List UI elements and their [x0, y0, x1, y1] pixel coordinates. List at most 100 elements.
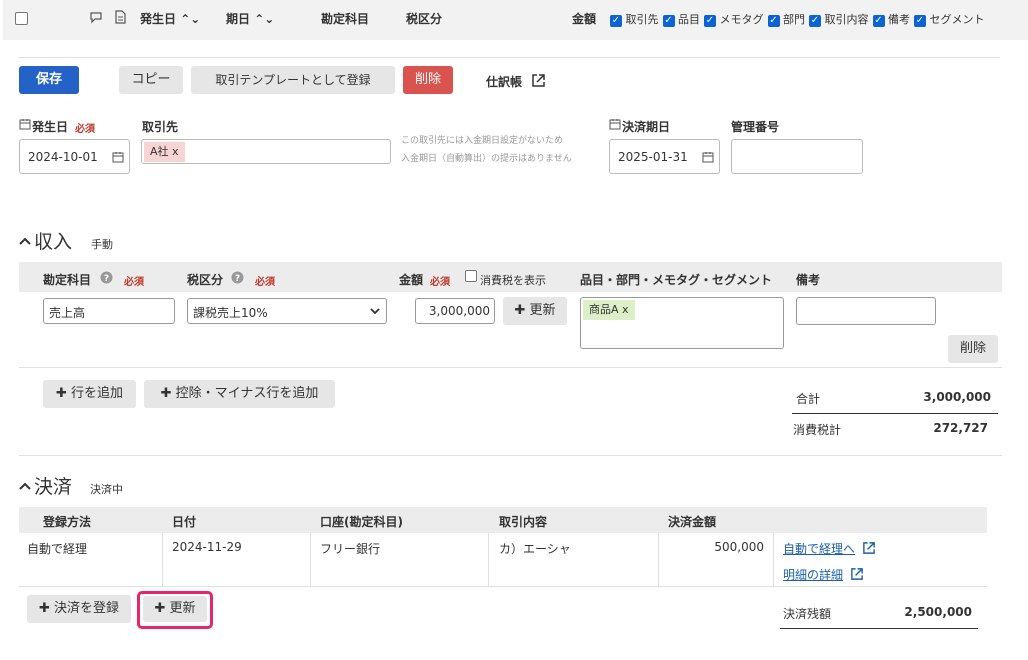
delete-button[interactable]: 削除: [403, 66, 453, 94]
external-link-icon[interactable]: [531, 73, 546, 88]
issue-date-label: 発生日: [32, 120, 69, 134]
due-date-label: 決済期日: [622, 120, 671, 134]
save-button[interactable]: 保存: [19, 66, 79, 94]
col-content: 取引内容: [499, 515, 548, 529]
header-amount: 金額: [572, 12, 597, 26]
header-issue-date[interactable]: 発生日 ⌃⌄: [140, 10, 200, 27]
col-note: 備考: [796, 273, 821, 287]
balance-rule: [780, 628, 978, 629]
header-tax: 税区分: [406, 12, 443, 26]
partner-field[interactable]: A社 x: [141, 139, 391, 164]
collapse-chevron-icon[interactable]: [19, 236, 31, 246]
calendar-icon: [609, 118, 621, 130]
select-all-checkbox[interactable]: [15, 12, 28, 25]
collapse-chevron-icon[interactable]: [19, 481, 31, 491]
row-method: 自動で経理: [27, 542, 88, 556]
divider: [162, 533, 163, 586]
issue-date-value: 2024-10-01: [28, 150, 98, 164]
issue-date-field[interactable]: 2024-10-01: [19, 139, 130, 174]
required-badge: 必須: [430, 277, 450, 288]
external-link-icon[interactable]: [850, 567, 864, 581]
col-method: 登録方法: [43, 515, 92, 529]
divider: [488, 533, 489, 586]
income-title: 収入: [34, 231, 73, 253]
item-tag[interactable]: 商品A x: [583, 300, 635, 320]
statement-detail-link[interactable]: 明細の詳細: [783, 566, 843, 583]
balance-value: 2,500,000: [904, 605, 972, 619]
journal-link[interactable]: 仕訳帳: [486, 73, 522, 90]
add-minus-row-button[interactable]: ✚ 控除・マイナス行を追加: [144, 380, 335, 408]
mgmt-no-field[interactable]: [731, 139, 863, 174]
plus-icon: ✚: [160, 386, 172, 401]
plus-icon: ✚: [55, 386, 67, 401]
filter-description[interactable]: ✓ 取引内容: [809, 11, 869, 27]
partner-note-2: 入金期日（自動算出）の提示はありません: [401, 154, 572, 164]
settlement-status: 決済中: [90, 483, 123, 496]
checkbox-checked-icon[interactable]: ✓: [704, 15, 716, 27]
row-delete-button[interactable]: 削除: [948, 335, 998, 363]
account-value: 売上高: [49, 306, 86, 320]
col-tax: 税区分: [187, 273, 224, 287]
show-tax-label: 消費税を表示: [480, 274, 546, 287]
required-badge: 必須: [75, 124, 95, 135]
external-link-icon[interactable]: [862, 541, 876, 555]
checkbox-checked-icon[interactable]: ✓: [610, 15, 622, 27]
sort-icon: ⌃⌄: [176, 12, 201, 26]
partner-tag[interactable]: A社 x: [144, 142, 185, 162]
filter-item[interactable]: ✓ 品目: [662, 11, 700, 27]
plus-icon: ✚: [38, 601, 50, 616]
tax-select[interactable]: 課税売上10%: [187, 298, 387, 324]
divider: [19, 586, 987, 587]
help-icon[interactable]: ?: [100, 271, 113, 284]
col-amount: 決済金額: [668, 515, 717, 529]
checkbox-checked-icon[interactable]: ✓: [809, 15, 821, 27]
due-date-field[interactable]: 2025-01-31: [609, 139, 720, 174]
auto-accounting-link[interactable]: 自動で経理へ: [783, 540, 855, 557]
checkbox-checked-icon[interactable]: ✓: [767, 15, 780, 27]
divider: [18, 57, 1000, 58]
amount-value: 3,000,000: [428, 304, 490, 318]
col-items: 品目・部門・メモタグ・セグメント: [580, 273, 773, 287]
update-settlement-button[interactable]: ✚ 更新: [143, 596, 207, 622]
register-template-button[interactable]: 取引テンプレートとして登録: [191, 66, 395, 94]
add-settlement-button[interactable]: ✚ 決済を登録: [27, 595, 131, 623]
checkbox-checked-icon[interactable]: ✓: [662, 15, 675, 27]
checkbox-checked-icon[interactable]: ✓: [914, 15, 926, 27]
sort-icon: ⌃⌄: [250, 12, 275, 26]
row-date: 2024-11-29: [172, 540, 242, 554]
filter-note[interactable]: ✓ 備考: [872, 11, 910, 27]
total-value: 3,000,000: [923, 390, 991, 404]
partner-note-1: この取引先には入金期日設定がないため: [401, 136, 564, 146]
document-icon: [114, 10, 126, 24]
calendar-icon[interactable]: [112, 151, 124, 163]
checkbox-checked-icon[interactable]: ✓: [872, 15, 885, 27]
calendar-icon[interactable]: [702, 151, 714, 163]
total-rule: [792, 413, 998, 414]
chevron-down-icon: [370, 307, 380, 315]
tax-total-value: 272,727: [933, 421, 988, 435]
divider: [658, 533, 659, 586]
show-tax-checkbox[interactable]: [465, 270, 477, 282]
account-input[interactable]: 売上高: [43, 298, 175, 324]
filter-memo-tag[interactable]: ✓ メモタグ: [704, 11, 764, 27]
column-filters: ✓ 取引先 ✓ 品目 ✓ メモタグ ✓ 部門 ✓ 取引内容 ✓ 備考 ✓ セグメ…: [610, 11, 985, 27]
add-row-button[interactable]: ✚ 行を追加: [43, 380, 136, 408]
filter-department[interactable]: ✓ 部門: [767, 11, 805, 27]
divider: [19, 455, 1002, 456]
due-date-value: 2025-01-31: [618, 150, 688, 164]
help-icon[interactable]: ?: [231, 271, 244, 284]
copy-button[interactable]: コピー: [119, 66, 183, 94]
settlement-title: 決済: [34, 476, 73, 498]
amount-input[interactable]: 3,000,000: [415, 298, 495, 324]
row-amount: 500,000: [714, 540, 764, 554]
note-input[interactable]: [796, 297, 936, 325]
header-due-date[interactable]: 期日 ⌃⌄: [226, 10, 274, 27]
svg-text:?: ?: [104, 274, 109, 284]
update-amount-button[interactable]: ✚ 更新: [503, 297, 567, 325]
col-amount: 金額: [399, 273, 424, 287]
income-mode: 手動: [91, 238, 113, 251]
filter-partner[interactable]: ✓ 取引先: [610, 11, 659, 27]
filter-segment[interactable]: ✓ セグメント: [914, 11, 985, 27]
items-field[interactable]: 商品A x: [580, 297, 784, 349]
total-label: 合計: [796, 392, 821, 406]
